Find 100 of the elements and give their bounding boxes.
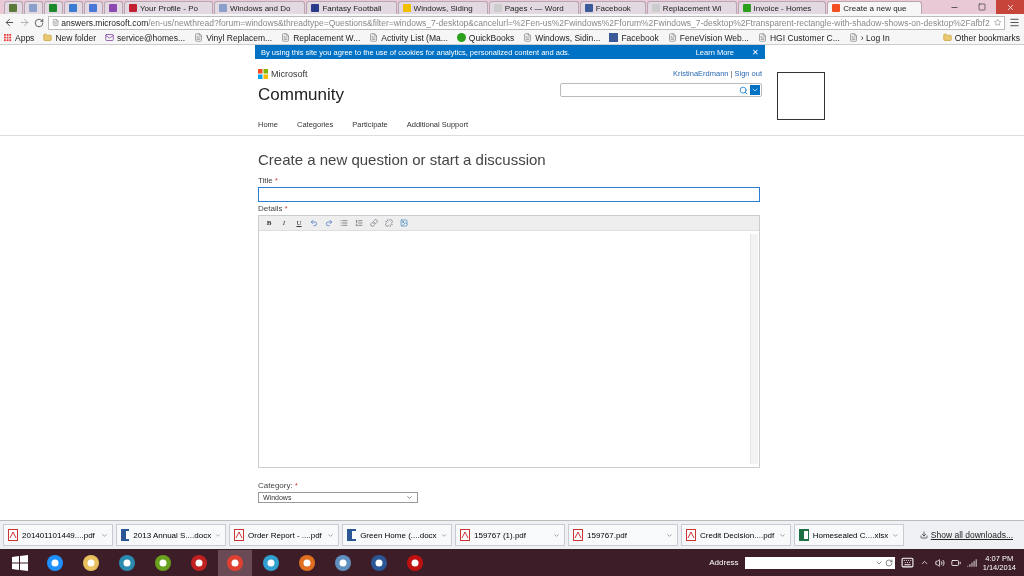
search-icon[interactable]	[739, 85, 748, 95]
undo-icon	[310, 219, 318, 227]
download-item[interactable]: Green Home (....docx	[342, 524, 452, 546]
apps-grid-icon	[4, 33, 12, 42]
download-item[interactable]: Credit Decision....pdf	[681, 524, 791, 546]
app-icon	[370, 553, 388, 572]
numbers-button[interactable]	[354, 218, 364, 228]
toolbar-label: Address	[709, 558, 739, 567]
download-item[interactable]: 201401101449....pdf	[3, 524, 113, 546]
page-icon	[369, 33, 379, 42]
pdf-file-icon	[686, 529, 696, 541]
dropdown-button[interactable]	[750, 85, 760, 95]
app-icon	[262, 553, 280, 572]
page-icon	[757, 33, 767, 42]
bookmark-link[interactable]: Windows, Sidin...	[523, 32, 601, 43]
page-icon	[194, 33, 204, 42]
caret-icon	[779, 531, 786, 539]
pdf-file-icon	[573, 529, 583, 541]
browser-tab[interactable]: Pages ‹ — Word	[488, 1, 579, 14]
bullet-list-icon	[340, 219, 348, 227]
app-icon	[46, 553, 64, 572]
download-item[interactable]: 2013 Annual S....docx	[116, 524, 226, 546]
page-icon	[523, 33, 533, 42]
folder-icon	[942, 33, 952, 42]
taskbar-app[interactable]	[218, 549, 252, 576]
browser-tab[interactable]	[84, 1, 103, 14]
unlink-button[interactable]	[384, 218, 394, 228]
image-button[interactable]	[399, 218, 409, 228]
title-input[interactable]	[258, 187, 760, 202]
caret-icon	[215, 531, 221, 539]
pdf-file-icon	[8, 529, 18, 541]
browser-tab[interactable]	[44, 1, 63, 14]
download-item[interactable]: 159767.pdf	[568, 524, 678, 546]
bullets-button[interactable]	[339, 218, 349, 228]
address-field[interactable]	[744, 556, 895, 569]
bookmark-link[interactable]: FeneVision Web...	[667, 32, 749, 43]
browser-tab[interactable]: Fantasy Football	[306, 1, 397, 14]
browser-tab[interactable]	[4, 1, 23, 14]
caret-icon	[440, 531, 447, 539]
bookmark-link[interactable]: Activity List (Ma...	[369, 32, 448, 43]
unlink-icon	[385, 219, 393, 227]
reload-icon[interactable]	[34, 17, 44, 28]
menu-icon[interactable]	[1009, 17, 1020, 28]
page-icon	[281, 33, 291, 42]
page-icon	[667, 33, 677, 42]
start-icon[interactable]	[12, 554, 28, 571]
page-icon	[848, 33, 858, 42]
signal-icon[interactable]	[966, 557, 977, 568]
battery-icon[interactable]	[950, 557, 961, 568]
keyboard-icon[interactable]	[900, 556, 914, 569]
bookmark-link[interactable]: › Log In	[848, 32, 890, 43]
caret-icon	[327, 531, 334, 539]
browser-tab[interactable]	[104, 1, 123, 14]
excel-file-icon	[799, 529, 809, 541]
envelope-icon	[105, 33, 114, 42]
volume-icon[interactable]	[934, 557, 945, 568]
bookmark-link[interactable]: Apps	[4, 32, 35, 43]
close-button[interactable]	[996, 0, 1024, 14]
redo-button[interactable]	[324, 218, 334, 228]
browser-tab[interactable]	[64, 1, 83, 14]
bookmark-link[interactable]: New folder	[43, 32, 96, 43]
bookmark-link[interactable]: Facebook	[609, 32, 659, 43]
caret-icon	[751, 86, 759, 94]
bookmark-link[interactable]: Replacement W...	[281, 32, 361, 43]
microsoft-logo-icon	[258, 69, 268, 79]
browser-tab[interactable]: Create a new que	[827, 1, 922, 14]
undo-button[interactable]	[309, 218, 319, 228]
bookmark-link[interactable]: QuickBooks	[456, 32, 515, 43]
download-icon	[919, 531, 928, 539]
browser-tab[interactable]: Replacement Wi	[646, 1, 737, 14]
numbered-list-icon	[355, 219, 363, 227]
show-all-downloads-link[interactable]: Show all downloads...	[919, 530, 1013, 540]
page-icon	[52, 18, 60, 27]
download-item[interactable]: Order Report - ....pdf	[229, 524, 339, 546]
redo-icon	[325, 219, 333, 227]
download-item[interactable]: 159767 (1).pdf	[455, 524, 565, 546]
word-file-icon	[121, 529, 130, 541]
bookmark-star-icon[interactable]	[993, 18, 1001, 27]
search-field[interactable]	[560, 83, 762, 97]
back-icon[interactable]	[4, 17, 15, 28]
bookmark-link[interactable]: service@homes...	[105, 32, 186, 43]
app-icon	[118, 553, 136, 572]
browser-tab[interactable]: Facebook	[579, 1, 646, 14]
facebook-icon	[609, 33, 619, 42]
caret-icon	[101, 531, 108, 539]
app-icon	[190, 553, 208, 572]
bookmark-folder[interactable]: Other bookmarks	[942, 32, 1020, 43]
browser-tab[interactable]: Invoice - Homes	[737, 1, 827, 14]
scrollbar[interactable]	[750, 234, 758, 464]
browser-tab[interactable]: Windows, Siding	[397, 1, 488, 14]
chevron-up-icon[interactable]	[919, 558, 929, 567]
brand-name: Microsoft	[271, 69, 308, 79]
app-icon	[406, 553, 424, 572]
url-text: answers.microsoft.com/en-us/newthread?forum=windows&threadtype=Questions&filter=windows_7-desktop&cancelurl=%2Fen-us%2Fwindows%2Fforum%2Fwindows_7-desktop%2Ftransparent-rectangle-with-shadow-shows-on-desktop%2Fafbf2	[61, 17, 990, 28]
bookmark-link[interactable]: HGI Customer C...	[757, 32, 840, 43]
browser-tab[interactable]: Windows and Do	[213, 1, 306, 14]
bookmark-link[interactable]: Vinyl Replacem...	[194, 32, 273, 43]
download-item[interactable]: Homesealed C....xlsx	[794, 524, 904, 546]
caret-icon	[892, 531, 899, 539]
browser-tab[interactable]: Your Profile - Po	[124, 1, 213, 14]
